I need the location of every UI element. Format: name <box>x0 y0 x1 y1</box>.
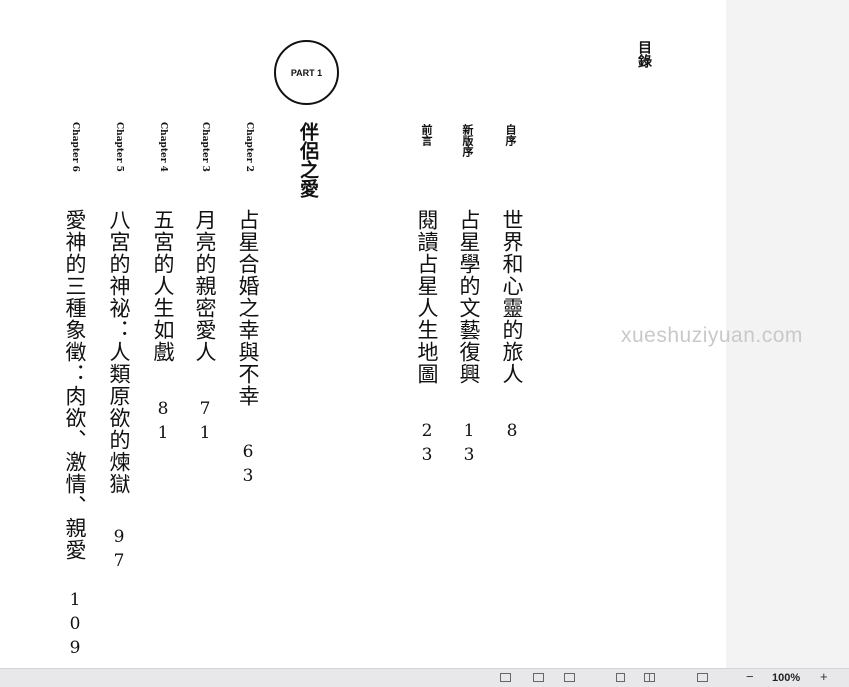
chapter-title-2: 占星合婚之幸與不幸 <box>236 209 260 407</box>
chapter-label-4: Chapter 4 <box>158 122 168 172</box>
front-page-preface: 8 <box>502 421 522 445</box>
chapter-page-3: 71 <box>195 399 215 447</box>
chapter-label-3: Chapter 3 <box>200 122 210 172</box>
zoom-out-button[interactable]: − <box>746 669 754 684</box>
chapter-page-5: 97 <box>109 527 129 575</box>
actual-size-icon[interactable] <box>564 673 575 682</box>
chapter-label-5: Chapter 5 <box>114 122 124 172</box>
zoom-in-button[interactable]: + <box>820 669 828 684</box>
part-title: 伴侶之愛 <box>297 122 319 198</box>
chapter-page-4: 81 <box>153 399 173 447</box>
front-page-new-preface: 13 <box>459 421 479 469</box>
front-title-new-preface: 占星學的文藝復興 <box>457 209 481 385</box>
continuous-icon[interactable] <box>697 673 708 682</box>
front-label-preface: 自序 <box>504 124 517 146</box>
fit-page-icon[interactable] <box>500 673 511 682</box>
chapter-title-5: 八宮的神祕：人類原欲的煉獄 <box>107 209 131 495</box>
chapter-title-6: 愛神的三種象徵：肉欲、激情、親愛 <box>63 209 87 561</box>
toc-title: 目錄 <box>636 40 652 68</box>
two-page-icon[interactable] <box>644 673 655 682</box>
front-title-preface: 世界和心靈的旅人 <box>500 209 524 385</box>
part-label: PART 1 <box>290 67 323 78</box>
watermark: xueshuziyuan.com <box>621 324 803 347</box>
front-page-intro: 23 <box>417 421 437 469</box>
front-label-new-preface: 新版序 <box>461 124 474 157</box>
document-page: 目錄 自序 世界和心靈的旅人 8 新版序 占星學的文藝復興 13 前言 閱讀占星… <box>0 0 726 668</box>
chapter-title-4: 五宮的人生如戲 <box>151 209 175 363</box>
fit-width-icon[interactable] <box>533 673 544 682</box>
chapter-page-2: 63 <box>238 442 258 490</box>
chapter-title-3: 月亮的親密愛人 <box>193 209 217 363</box>
front-label-intro: 前言 <box>420 124 433 146</box>
single-page-icon[interactable] <box>616 673 625 682</box>
chapter-page-6: 109 <box>65 590 85 662</box>
chapter-label-6: Chapter 6 <box>70 122 80 172</box>
chapter-label-2: Chapter 2 <box>244 122 254 172</box>
zoom-level[interactable]: 100% <box>772 672 800 684</box>
front-title-intro: 閱讀占星人生地圖 <box>415 209 439 385</box>
part-badge: PART 1 <box>274 40 339 105</box>
status-bar: − 100% + <box>0 668 849 687</box>
